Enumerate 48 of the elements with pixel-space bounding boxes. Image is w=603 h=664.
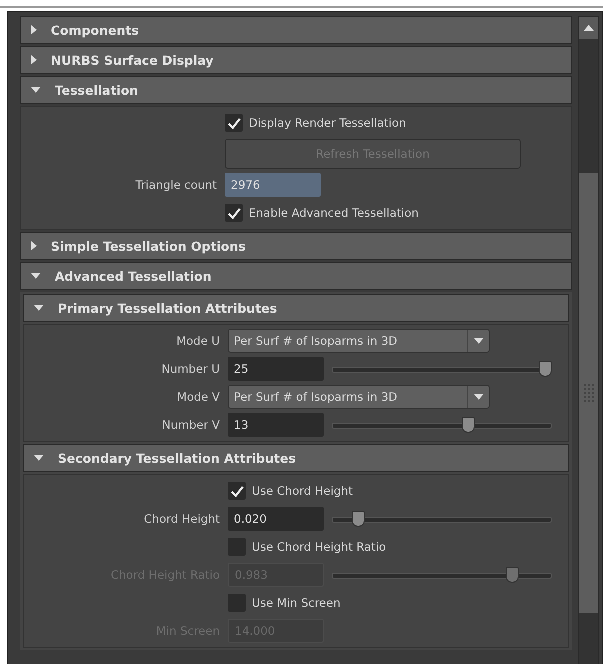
field-label: Mode U	[176, 334, 220, 348]
value-field[interactable]: 25	[228, 357, 324, 381]
section-header[interactable]: Primary Tessellation Attributes	[23, 294, 569, 322]
section-header[interactable]: Tessellation	[20, 76, 572, 104]
slider-thumb[interactable]	[462, 417, 476, 433]
checkbox-label: Use Chord Height Ratio	[252, 540, 386, 554]
scroll-up-icon[interactable]	[584, 25, 594, 31]
value-field[interactable]: 0.020	[228, 507, 324, 531]
checkbox[interactable]	[228, 538, 246, 556]
section-header[interactable]: NURBS Surface Display	[20, 46, 572, 74]
expand-arrow-icon[interactable]	[31, 25, 37, 35]
slider-thumb[interactable]	[539, 361, 552, 377]
checkbox[interactable]	[228, 482, 246, 500]
collapse-arrow-icon[interactable]	[31, 87, 41, 93]
field-label: Mode V	[176, 390, 220, 404]
checkbox[interactable]	[225, 114, 243, 132]
checkbox-label: Use Chord Height	[252, 484, 353, 498]
section-header[interactable]: Components	[20, 16, 572, 44]
scrollbar[interactable]	[578, 16, 599, 664]
section-header[interactable]: Advanced Tessellation	[20, 262, 572, 290]
section-header[interactable]: Secondary Tessellation Attributes	[23, 444, 569, 472]
slider-track[interactable]	[332, 510, 552, 528]
checkbox-label: Use Min Screen	[252, 596, 341, 610]
collapse-arrow-icon[interactable]	[34, 455, 44, 461]
checkbox-label: Enable Advanced Tessellation	[249, 206, 419, 220]
collapse-arrow-icon[interactable]	[31, 273, 41, 279]
field-label: Number V	[161, 418, 220, 432]
grip-icon	[582, 383, 594, 403]
checkbox-label: Display Render Tessellation	[249, 116, 406, 130]
value-field[interactable]: 13	[228, 413, 324, 437]
mode-dropdown[interactable]: Per Surf # of Isoparms in 3D	[228, 329, 490, 353]
expand-arrow-icon[interactable]	[31, 55, 37, 65]
dropdown-caret-icon	[474, 394, 484, 400]
collapse-arrow-icon[interactable]	[34, 305, 44, 311]
expand-arrow-icon[interactable]	[31, 241, 37, 251]
checkbox[interactable]	[228, 594, 246, 612]
slider-track[interactable]	[332, 360, 552, 378]
slider-track[interactable]	[332, 566, 552, 584]
slider-thumb[interactable]	[352, 511, 366, 527]
slider-track[interactable]	[332, 416, 552, 434]
field-label: Chord Height	[143, 512, 220, 526]
checkbox[interactable]	[225, 204, 243, 222]
mode-dropdown[interactable]: Per Surf # of Isoparms in 3D	[228, 385, 490, 409]
value-field[interactable]: 2976	[225, 173, 321, 197]
field-label: Number U	[160, 362, 220, 376]
dropdown-caret-icon	[474, 338, 484, 344]
field-label: Triangle count	[134, 178, 217, 192]
section-header[interactable]: Simple Tessellation Options	[20, 232, 572, 260]
